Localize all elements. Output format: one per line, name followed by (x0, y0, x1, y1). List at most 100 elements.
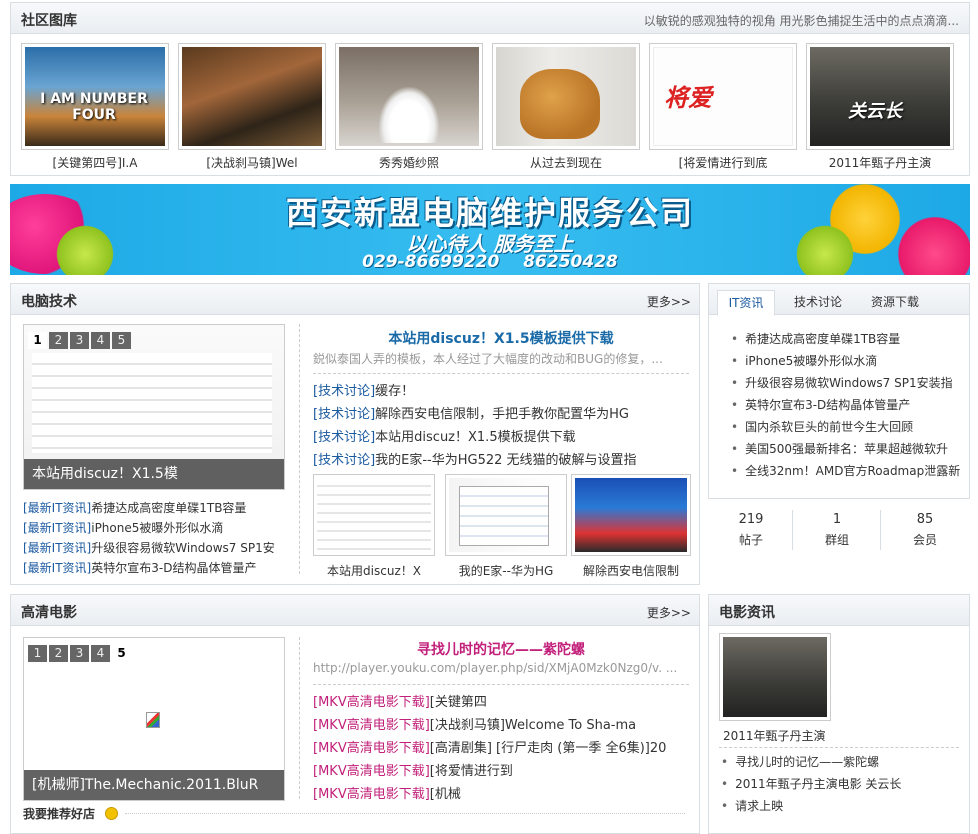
discuss-text[interactable]: 我的E家--华为HG522 无线猫的破解与设置指 (375, 453, 636, 468)
stat-label: 群组 (824, 533, 849, 547)
gallery-caption-6[interactable]: 2011年甄子丹主演 (802, 154, 958, 171)
gallery-thumb-5[interactable]: 将爱 (649, 43, 797, 150)
tab-it-news[interactable]: IT资讯 (717, 290, 775, 316)
tab-resource-download[interactable]: 资源下载 (861, 290, 929, 316)
list-item[interactable]: 国内杀软巨头的前世今生大回顾 (731, 416, 967, 438)
list-item[interactable]: [最新IT资讯]希捷达成高密度单碟1TB容量 (23, 498, 293, 518)
slide-number[interactable]: 5 (112, 645, 131, 662)
list-item[interactable]: 2011年甄子丹主演电影 关云长 (721, 773, 965, 795)
tech-featured-title[interactable]: 本站用discuz！X1.5模板提供下载 (311, 328, 691, 348)
discuss-tag[interactable]: [技术讨论] (313, 453, 375, 468)
slide-number[interactable]: 1 (28, 645, 47, 662)
discuss-text[interactable]: 解除西安电信限制，手把手教你配置华为HG (375, 407, 629, 422)
list-item[interactable]: 请求上映 (721, 795, 965, 817)
news-tag[interactable]: [最新IT资讯] (23, 501, 91, 515)
tab-tech-discuss[interactable]: 技术讨论 (785, 290, 851, 316)
tech-thumb-1[interactable] (313, 474, 435, 556)
list-item[interactable]: [MKV高清电影下载][关键第四 (313, 691, 693, 714)
tech-thumb-3[interactable] (571, 474, 691, 556)
tech-more-link[interactable]: 更多>> (647, 293, 691, 310)
list-item[interactable]: [最新IT资讯]iPhone5被曝外形似水滴 (23, 518, 293, 538)
movie-tag[interactable]: [MKV高清电影下载] (313, 718, 430, 733)
dog-figure (520, 69, 600, 139)
movie-text[interactable]: [将爱情进行到 (430, 764, 513, 779)
news-text[interactable]: 升级很容易微软Windows7 SP1安 (91, 541, 275, 555)
list-item[interactable]: [MKV高清电影下载][决战刹马镇]Welcome To Sha-ma (313, 714, 693, 737)
news-tag[interactable]: [最新IT资讯] (23, 561, 91, 575)
discuss-tag[interactable]: [技术讨论] (313, 430, 375, 445)
list-item[interactable]: [最新IT资讯]英特尔宣布3-D结构晶体管量产 (23, 558, 293, 578)
tech-thumb-caption-2[interactable]: 我的E家--华为HG (445, 562, 567, 579)
stat-members[interactable]: 85 会员 (882, 510, 968, 550)
slide-number[interactable]: 3 (70, 645, 89, 662)
news-tag[interactable]: [最新IT资讯] (23, 521, 91, 535)
news-tag[interactable]: [最新IT资讯] (23, 541, 91, 555)
news-text[interactable]: iPhone5被曝外形似水滴 (91, 521, 223, 535)
list-item[interactable]: 英特尔宣布3-D结构晶体管量产 (731, 394, 967, 416)
gallery-thumb-6[interactable]: 关云长 (806, 43, 954, 150)
list-item[interactable]: [技术讨论]解除西安电信限制，手把手教你配置华为HG (313, 403, 693, 426)
slide-number[interactable]: 3 (70, 332, 89, 349)
movie-text[interactable]: [高清剧集] [行尸走肉 (第一季 全6集)]20 (430, 741, 667, 756)
list-item[interactable]: 寻找儿时的记忆——紫陀螺 (721, 751, 965, 773)
recommend-row[interactable]: 我要推荐好店 (23, 805, 693, 823)
ad-banner[interactable]: 西安新盟电脑维护服务公司 以心待人 服务至上 029-86699220 8625… (10, 184, 970, 275)
stat-posts[interactable]: 219 帖子 (708, 510, 794, 550)
gallery-thumb-3[interactable] (335, 43, 483, 150)
movie-tag[interactable]: [MKV高清电影下载] (313, 741, 430, 756)
movie-text[interactable]: [决战刹马镇]Welcome To Sha-ma (430, 718, 636, 733)
movie-tag[interactable]: [MKV高清电影下载] (313, 695, 430, 710)
slide-number[interactable]: 2 (49, 645, 68, 662)
movie-slide-caption[interactable]: [机械师]The.Mechanic.2011.BluR (24, 770, 284, 800)
recommend-label[interactable]: 我要推荐好店 (23, 807, 95, 821)
list-item[interactable]: 美国500强最新排名：苹果超越微软升 (731, 438, 967, 460)
list-item[interactable]: [MKV高清电影下载][机械 (313, 783, 693, 806)
slide-number[interactable]: 4 (91, 645, 110, 662)
gallery-caption-2[interactable]: [决战刹马镇]Wel (174, 154, 330, 171)
tech-thumb-2[interactable] (445, 474, 567, 556)
movie-featured-title[interactable]: 寻找儿时的记忆——紫陀螺 (311, 639, 691, 659)
list-item[interactable]: 全线32nm！AMD官方Roadmap泄露新 (731, 460, 967, 482)
movie-news-poster-caption[interactable]: 2011年甄子丹主演 (723, 727, 826, 744)
movie-tag[interactable]: [MKV高清电影下载] (313, 764, 430, 779)
discuss-text[interactable]: 缓存！ (375, 384, 414, 399)
list-item[interactable]: iPhone5被曝外形似水滴 (731, 350, 967, 372)
gallery-caption-1[interactable]: [关键第四号]I.A (17, 154, 173, 171)
discuss-tag[interactable]: [技术讨论] (313, 407, 375, 422)
list-item[interactable]: [技术讨论]本站用discuz！X1.5模板提供下载 (313, 426, 693, 449)
gallery-caption-4[interactable]: 从过去到现在 (488, 154, 644, 171)
list-item[interactable]: 希捷达成高密度单碟1TB容量 (731, 328, 967, 350)
gallery-thumb-4[interactable] (492, 43, 640, 150)
discuss-text[interactable]: 本站用discuz！X1.5模板提供下载 (375, 430, 575, 445)
slide-number[interactable]: 4 (91, 332, 110, 349)
gallery-thumb-2[interactable] (178, 43, 326, 150)
news-text[interactable]: 英特尔宣布3-D结构晶体管量产 (91, 561, 256, 575)
list-item[interactable]: [MKV高清电影下载][高清剧集] [行尸走肉 (第一季 全6集)]20 (313, 737, 693, 760)
discuss-tag[interactable]: [技术讨论] (313, 384, 375, 399)
movie-tag[interactable]: [MKV高清电影下载] (313, 787, 430, 802)
list-item[interactable]: 升级很容易微软Windows7 SP1安装指 (731, 372, 967, 394)
tech-thumb-caption-1[interactable]: 本站用discuz！X (313, 562, 435, 579)
slide-number[interactable]: 1 (28, 332, 47, 349)
movie-more-link[interactable]: 更多>> (647, 604, 691, 621)
movie-news-poster[interactable] (719, 633, 831, 721)
tech-slideshow[interactable]: 1 2 3 4 5 本站用discuz！X1.5模 (23, 324, 285, 490)
movie-slideshow[interactable]: 1 2 3 4 5 [机械师]The.Mechanic.2011.BluR (23, 637, 285, 801)
list-item[interactable]: [技术讨论]缓存！ (313, 380, 693, 403)
list-item[interactable]: [MKV高清电影下载][将爱情进行到 (313, 760, 693, 783)
list-item[interactable]: [技术讨论]我的E家--华为HG522 无线猫的破解与设置指 (313, 449, 693, 472)
tech-slide-caption[interactable]: 本站用discuz！X1.5模 (24, 459, 284, 489)
gallery-thumb-1[interactable]: I AM NUMBER FOUR (21, 43, 169, 150)
slide-number[interactable]: 5 (112, 332, 131, 349)
news-text[interactable]: 希捷达成高密度单碟1TB容量 (91, 501, 246, 515)
movie-text[interactable]: [关键第四 (430, 695, 487, 710)
gallery-caption-5[interactable]: [将爱情进行到底 (645, 154, 801, 171)
movie-panel: 高清电影 更多>> 1 2 3 4 5 [机械师]The.Mechanic.20… (10, 594, 700, 834)
movie-text[interactable]: [机械 (430, 787, 461, 802)
gallery-caption-3[interactable]: 秀秀婚纱照 (331, 154, 487, 171)
list-item[interactable]: [最新IT资讯]升级很容易微软Windows7 SP1安 (23, 538, 293, 558)
tech-thumb-caption-3[interactable]: 解除西安电信限制 (569, 562, 693, 579)
slide-number[interactable]: 2 (49, 332, 68, 349)
stat-groups[interactable]: 1 群组 (794, 510, 880, 550)
sidebar-tabs: IT资讯 技术讨论 资源下载 (709, 284, 969, 316)
